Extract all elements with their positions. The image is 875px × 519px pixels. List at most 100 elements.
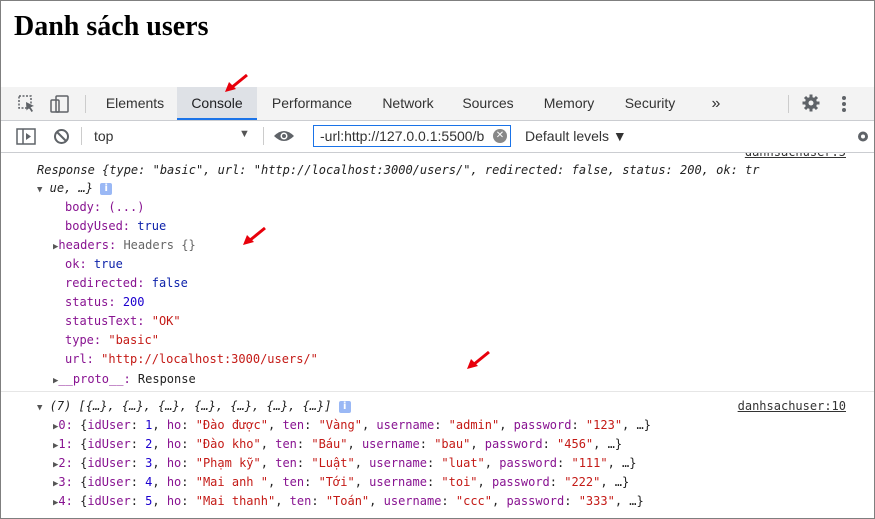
clear-filter-icon[interactable]: ✕: [493, 129, 507, 143]
inspect-element-icon[interactable]: [18, 95, 36, 118]
tab-network[interactable]: Network: [368, 87, 448, 120]
tab-label: Elements: [105, 95, 165, 111]
toolbar-divider: [85, 95, 86, 113]
row-key-password: password: [484, 437, 543, 451]
row-key-ten: ten: [282, 418, 305, 432]
row-punct: ,: [267, 475, 283, 489]
row-punct: :: [181, 456, 196, 470]
tab-label: Console: [191, 95, 243, 111]
collapse-triangle-icon[interactable]: ▼: [37, 403, 42, 413]
array-row[interactable]: ▶3: {idUser: 4, ho: "Mai anh ", ten: "Tớ…: [53, 474, 629, 491]
prop-value: "http://localhost:3000/users/": [101, 352, 318, 366]
toolbar-divider: [263, 127, 264, 145]
prop-value: 200: [122, 295, 145, 309]
message-source-link[interactable]: danhsachuser:5: [745, 153, 846, 161]
array-summary-line[interactable]: ▼ (7) [{…}, {…}, {…}, {…}, {…}, {…}, {…}…: [37, 398, 351, 415]
row-punct: ,: [152, 437, 167, 451]
row-punct: :: [549, 475, 565, 489]
row-index: 0:: [58, 418, 73, 432]
more-tabs-button[interactable]: »: [703, 87, 729, 120]
toolbar-divider: [788, 95, 789, 113]
info-icon[interactable]: i: [100, 182, 113, 195]
collapse-triangle-icon[interactable]: ▼: [37, 185, 42, 195]
log-levels-dropdown[interactable]: Default levels ▼: [525, 128, 627, 144]
console-filter-input[interactable]: -url:http://127.0.0.1:5500/b ✕: [313, 125, 511, 147]
row-punct: ,: [369, 494, 384, 508]
row-punct: :: [130, 418, 146, 432]
prop-headers[interactable]: ▶headers: Headers {}: [53, 237, 196, 254]
row-punct: , …}: [600, 475, 630, 489]
row-index: 1:: [58, 437, 73, 451]
response-summary-wrap-line[interactable]: ▼ ue, …} i: [37, 180, 113, 197]
device-toolbar-icon[interactable]: [50, 95, 70, 118]
row-key-idUser: idUser: [87, 437, 131, 451]
row-key-password: password: [499, 456, 558, 470]
tab-performance[interactable]: Performance: [259, 87, 365, 120]
row-punct: ,: [499, 418, 514, 432]
row-value-password: "222": [564, 475, 601, 489]
row-key-username: username: [376, 418, 435, 432]
row-index: 4:: [58, 494, 73, 508]
context-selector[interactable]: top: [94, 128, 113, 144]
row-key-username: username: [369, 475, 427, 489]
prop-bodyused: bodyUsed: true: [65, 218, 166, 235]
row-punct: :: [130, 494, 146, 508]
row-punct: ,: [470, 437, 485, 451]
array-row[interactable]: ▶2: {idUser: 3, ho: "Phạm kỹ", ten: "Luậ…: [53, 455, 637, 472]
prop-redirected: redirected: false: [65, 275, 188, 292]
console-settings-icon[interactable]: [855, 128, 871, 150]
row-punct: :: [181, 494, 196, 508]
tab-memory[interactable]: Memory: [531, 87, 607, 120]
context-dropdown-arrow-icon[interactable]: ▼: [239, 128, 250, 140]
page-title: Danh sách users: [14, 11, 209, 42]
prop-ok: ok: true: [65, 256, 123, 273]
row-punct: ,: [267, 418, 283, 432]
row-key-password: password: [491, 475, 550, 489]
row-punct: , …}: [607, 456, 637, 470]
row-punct: :: [296, 456, 312, 470]
kebab-menu-icon[interactable]: [841, 95, 847, 118]
live-expression-eye-icon[interactable]: [273, 129, 295, 148]
row-key-ho: ho: [166, 475, 182, 489]
array-row[interactable]: ▶4: {idUser: 5, ho: "Mai thanh", ten: "T…: [53, 493, 644, 510]
row-punct: ,: [260, 437, 276, 451]
row-value-ho: "Đào kho": [195, 437, 261, 451]
tab-elements[interactable]: Elements: [94, 87, 176, 120]
array-summary: (7) [{…}, {…}, {…}, {…}, {…}, {…}, {…}]: [49, 399, 332, 413]
array-row[interactable]: ▶1: {idUser: 2, ho: "Đào kho", ten: "Báu…: [53, 436, 622, 453]
tab-sources[interactable]: Sources: [452, 87, 524, 120]
row-punct: ,: [152, 456, 167, 470]
row-punct: :: [419, 437, 435, 451]
prop-key: ok:: [65, 257, 87, 271]
row-value-password: "123": [585, 418, 623, 432]
message-source-link[interactable]: danhsachuser:10: [738, 398, 846, 415]
tab-security[interactable]: Security: [614, 87, 686, 120]
prop-proto[interactable]: ▶__proto__: Response: [53, 371, 196, 388]
row-punct: :: [441, 494, 456, 508]
response-summary-line[interactable]: Response {type: "basic", url: "http://lo…: [37, 162, 759, 179]
row-punct: :: [557, 456, 572, 470]
row-punct: ,: [361, 418, 377, 432]
row-value-ho: "Phạm kỹ": [195, 456, 261, 470]
prop-key: headers:: [58, 238, 117, 252]
clear-console-icon[interactable]: [53, 128, 70, 150]
row-punct: :: [571, 418, 586, 432]
row-punct: ,: [152, 418, 167, 432]
tab-label: Network: [382, 95, 434, 111]
row-key-username: username: [361, 437, 420, 451]
row-key-idUser: idUser: [87, 475, 131, 489]
row-key-ho: ho: [166, 456, 182, 470]
row-value-password: "333": [578, 494, 615, 508]
prop-text: body: (...): [65, 200, 145, 214]
row-value-ho: "Mai thanh": [195, 494, 276, 508]
annotation-arrow-icon: [467, 350, 490, 369]
info-icon[interactable]: i: [338, 400, 351, 413]
sidebar-toggle-icon[interactable]: [16, 128, 36, 150]
row-value-ten: "Vàng": [318, 418, 362, 432]
row-punct: :: [434, 418, 449, 432]
settings-gear-icon[interactable]: [802, 94, 820, 117]
prop-key: type:: [65, 333, 102, 347]
row-index: 2:: [58, 456, 73, 470]
array-row[interactable]: ▶0: {idUser: 1, ho: "Đào được", ten: "Và…: [53, 417, 651, 434]
row-punct: :: [426, 475, 442, 489]
